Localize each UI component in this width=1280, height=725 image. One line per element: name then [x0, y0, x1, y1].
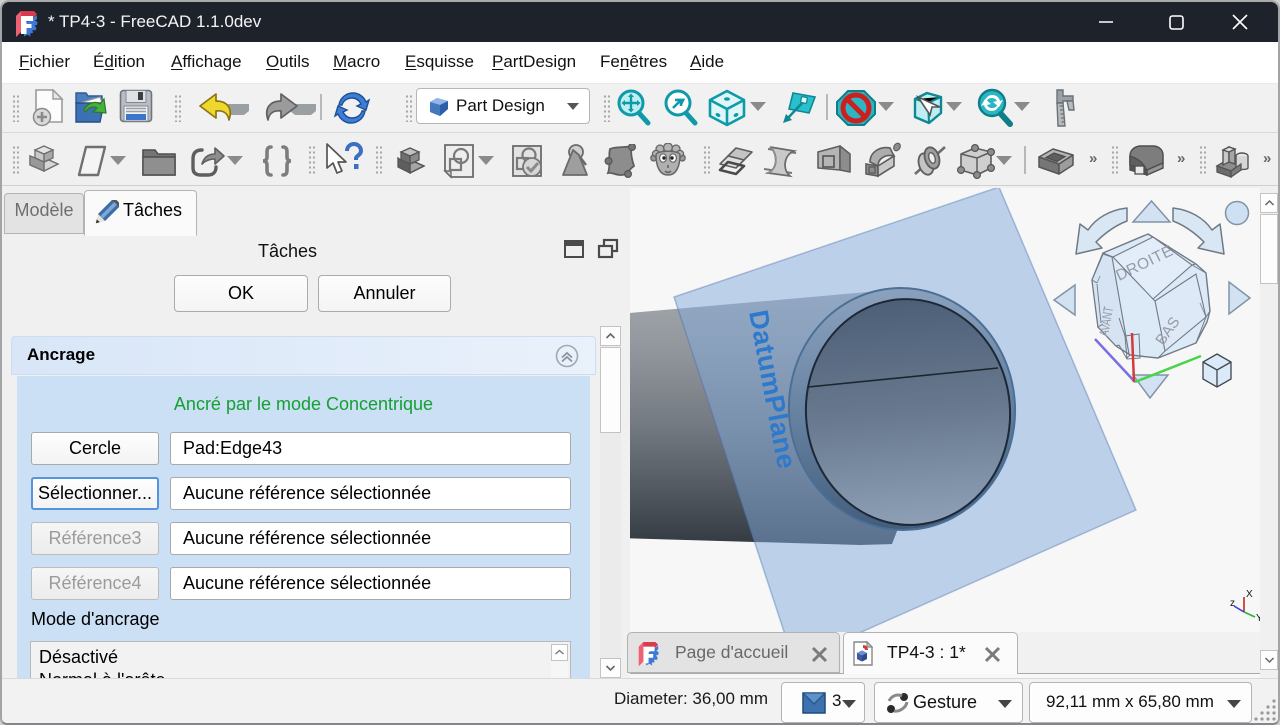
- svg-text:z: z: [1230, 598, 1235, 609]
- svg-text:X: X: [1246, 589, 1253, 600]
